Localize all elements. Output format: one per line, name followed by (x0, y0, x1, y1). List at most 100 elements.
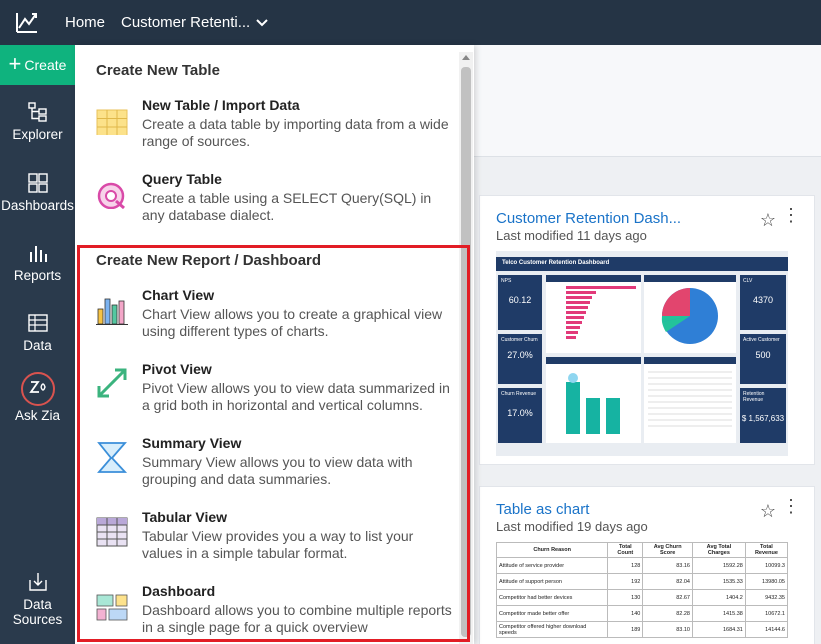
plus-icon: + (8, 51, 22, 76)
data-sources-icon (28, 573, 47, 591)
sidebar-label-ask-zia: Ask Zia (14, 408, 60, 423)
thumb-title: Telco Customer Retention Dashboard (496, 257, 788, 271)
section-title-create-table: Create New Table (96, 62, 220, 79)
table-cell: 82.04 (642, 573, 693, 590)
sidebar-item-reports[interactable]: Reports (0, 242, 75, 283)
highlight-box (77, 245, 470, 642)
sidebar-item-data[interactable]: Data (0, 312, 75, 353)
card-title[interactable]: Customer Retention Dash... (496, 210, 681, 227)
menu-item-desc: Create a data table by importing data fr… (142, 116, 449, 149)
sidebar-label-data-sources: Data Sources (0, 597, 75, 627)
sidebar-label-explorer: Explorer (12, 127, 63, 142)
thumb-kpi-churn: Customer Churn 27.0% (498, 334, 542, 384)
dashboards-icon (27, 173, 48, 193)
table-row: Competitor made better offer 140 82.28 1… (495, 605, 789, 622)
sidebar-label-data: Data (23, 338, 52, 353)
left-sidebar: + Create Explorer Dashboards Reports Dat… (0, 45, 75, 644)
chevron-down-icon (256, 18, 268, 26)
table-row: Competitor offered higher download speed… (495, 621, 789, 638)
table-grid-icon (96, 109, 128, 135)
menu-item-title: New Table / Import Data (142, 97, 300, 113)
thumb-column-panel (546, 357, 641, 443)
explorer-icon (27, 102, 47, 122)
thumb-bar-panel (546, 275, 641, 353)
table-header: Avg Total Charges (691, 542, 746, 558)
thumb-table-panel (644, 357, 736, 443)
data-icon (27, 314, 48, 332)
table-cell: Attitude of support person (495, 573, 609, 590)
menu-item-query-table[interactable]: Query Table Create a table using a SELEC… (96, 171, 456, 227)
zia-icon (20, 372, 55, 406)
thumb-column-chart (566, 373, 620, 434)
thumb-kpi-clv: CLV 4370 (740, 275, 786, 330)
workspace-label: Customer Retenti... (121, 14, 251, 31)
table-cell: 82.28 (642, 605, 693, 622)
dashboard-thumbnail: Telco Customer Retention Dashboard NPS 6… (496, 251, 788, 456)
thumb-pie-chart (661, 288, 718, 344)
table-cell: 130 (607, 589, 644, 606)
sidebar-item-explorer[interactable]: Explorer (0, 101, 75, 142)
table-cell: Attitude of service provider (495, 557, 609, 574)
table-cell: 128 (607, 557, 644, 574)
create-button[interactable]: + Create (0, 45, 75, 85)
table-header: Churn Reason (495, 542, 609, 558)
card-modified: Last modified 19 days ago (496, 519, 648, 534)
workspace-dropdown[interactable]: Customer Retenti... (121, 14, 268, 31)
table-cell: 1684.31 (691, 621, 746, 638)
table-cell: Competitor offered higher download speed… (495, 621, 609, 638)
menu-item-new-table[interactable]: New Table / Import Data Create a data ta… (96, 97, 456, 153)
table-cell: 1415.38 (691, 605, 746, 622)
star-icon[interactable]: ☆ (760, 501, 776, 522)
query-icon (97, 182, 125, 209)
menu-item-desc: Create a table using a SELECT Query(SQL)… (142, 190, 432, 223)
sidebar-item-data-sources[interactable]: Data Sources (0, 571, 75, 627)
table-cell: 83.16 (642, 557, 693, 574)
table-header-row: Churn Reason Total Count Avg Churn Score… (495, 542, 789, 558)
sidebar-item-ask-zia[interactable]: Ask Zia (0, 372, 75, 423)
table-cell: 14144.6 (744, 621, 789, 638)
thumb-kpi-churn-revenue: Churn Revenue 17.0% (498, 388, 542, 443)
report-card[interactable]: Table as chart Last modified 19 days ago… (479, 486, 815, 644)
reports-icon (29, 246, 47, 262)
table-header: Avg Churn Score (642, 542, 693, 558)
sidebar-label-data-sources-text: Data Sources (12, 597, 63, 627)
table-cell: 140 (607, 605, 644, 622)
table-cell: 192 (607, 573, 644, 590)
table-cell: 13980.05 (744, 573, 789, 590)
sidebar-label-reports: Reports (13, 268, 62, 283)
menu-item-title: Query Table (142, 171, 222, 187)
table-row: Attitude of support person 192 82.04 153… (495, 573, 789, 590)
table-cell: 83.10 (642, 621, 693, 638)
table-cell: Competitor had better devices (495, 589, 609, 606)
thumb-bar-chart (566, 286, 636, 339)
app-logo-icon[interactable] (14, 10, 40, 36)
home-link[interactable]: Home (65, 14, 105, 31)
table-row: Competitor had better devices 130 82.67 … (495, 589, 789, 606)
more-options-icon[interactable]: ⋮ (782, 497, 800, 515)
more-options-icon[interactable]: ⋮ (782, 206, 800, 224)
table-cell: 82.67 (642, 589, 693, 606)
table-cell: 10672.1 (744, 605, 789, 622)
sidebar-label-dashboards: Dashboards (1, 198, 74, 213)
top-bar: Home Customer Retenti... (0, 0, 821, 45)
thumb-kpi-retention: Retention Revenue $ 1,567,633 (740, 388, 786, 443)
scroll-up-arrow-icon[interactable] (462, 55, 470, 60)
table-header: Total Count (607, 542, 644, 558)
table-cell: 1535.33 (691, 573, 746, 590)
table-cell: Competitor made better offer (495, 605, 609, 622)
table-thumbnail: Churn Reason Total Count Avg Churn Score… (495, 542, 789, 638)
table-cell: 1592.28 (691, 557, 746, 574)
table-cell: 189 (607, 621, 644, 638)
thumb-mini-table (648, 371, 732, 427)
table-header: Total Revenue (744, 542, 789, 558)
table-row: Attitude of service provider 128 83.16 1… (495, 557, 789, 574)
thumb-pie-panel (644, 275, 736, 353)
sidebar-item-dashboards[interactable]: Dashboards (0, 172, 75, 213)
card-title[interactable]: Table as chart (496, 501, 589, 518)
report-card[interactable]: Customer Retention Dash... Last modified… (479, 195, 815, 465)
thumb-kpi-nps: NPS 60.12 (498, 275, 542, 330)
table-cell: 10099.3 (744, 557, 789, 574)
thumb-kpi-active: Active Customer 500 (740, 334, 786, 384)
card-modified: Last modified 11 days ago (496, 228, 647, 243)
star-icon[interactable]: ☆ (760, 210, 776, 231)
